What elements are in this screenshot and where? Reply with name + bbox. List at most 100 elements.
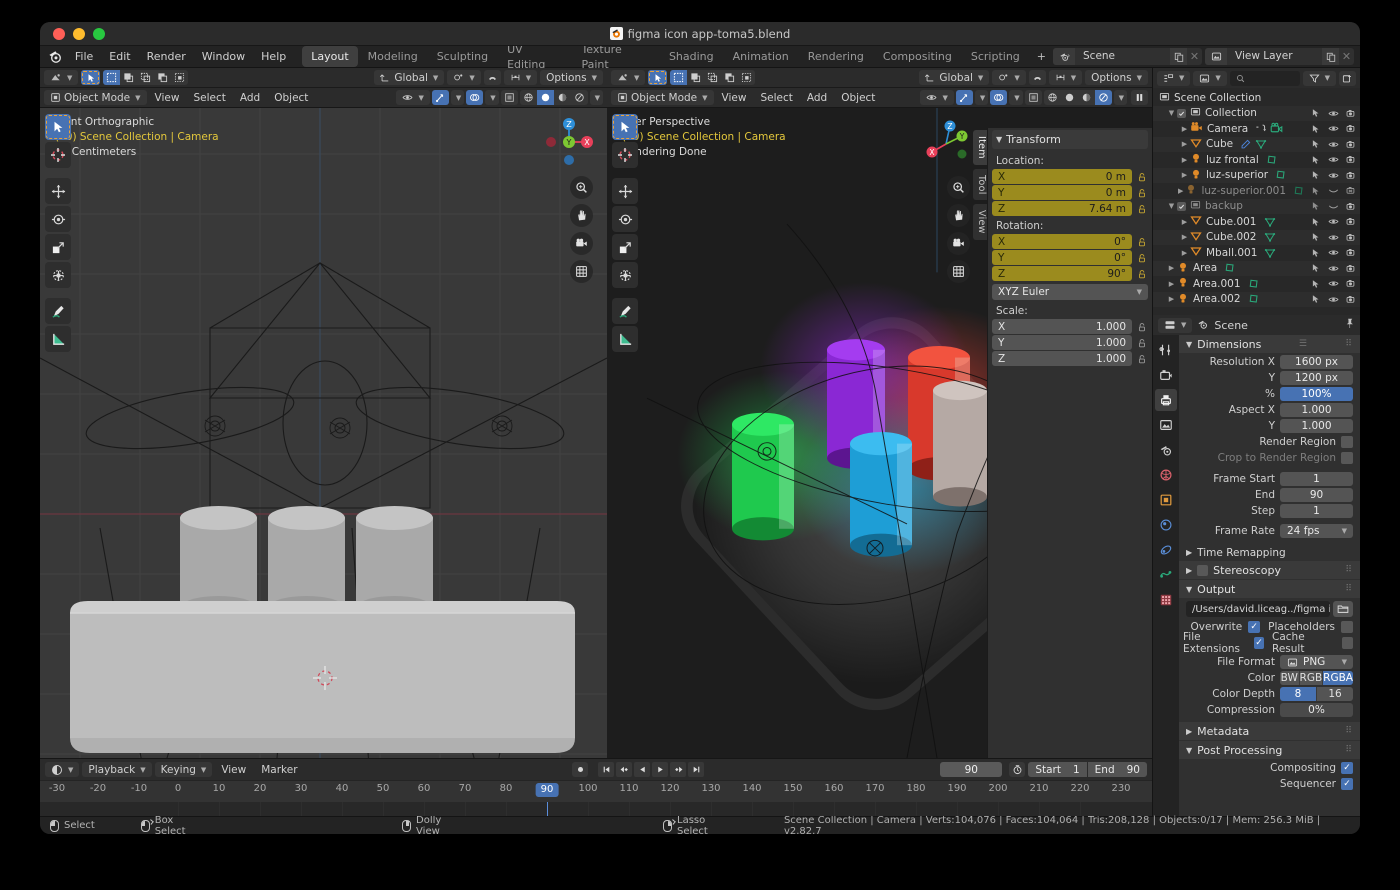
rotation-z-row[interactable]: Z 90° [992,266,1148,281]
scale-z-row[interactable]: Z 1.000 [992,351,1148,366]
cache-result-checkbox[interactable] [1341,637,1353,649]
drag-handle-icon[interactable]: ⠿ [1345,745,1353,755]
tab-scripting[interactable]: Scripting [962,46,1029,67]
viewport-user-perspective[interactable]: ▼ Global ▼ ▼ ▼ Options ▼ Object Mode ▼ V… [607,68,1152,758]
drag-handle-icon[interactable]: ⠿ [1345,584,1353,594]
viewport-right-menu-object[interactable]: Object [835,90,881,105]
lock-icon[interactable] [1135,354,1148,364]
blender-logo-icon[interactable] [45,49,67,64]
use-preview-range-icon[interactable] [1009,762,1026,777]
outliner-search-input[interactable] [1229,70,1300,86]
end-frame-field[interactable]: End 90 [1087,762,1147,777]
lock-icon[interactable] [1135,172,1148,182]
rotation-mode-dropdown[interactable]: XYZ Euler ▼ [992,284,1148,300]
render-region-row[interactable]: Render Region [1179,434,1360,450]
outliner-row-scene-collection[interactable]: Scene Collection [1153,90,1360,106]
minimize-icon[interactable] [73,27,85,40]
viewport-right-menu-select[interactable]: Select [754,90,798,105]
pan-view-icon[interactable] [570,204,593,227]
resolution-y-row[interactable]: Y 1200 px [1179,370,1360,386]
toggle-ortho-perspective-icon-right[interactable] [947,260,970,283]
outliner-row-toggles[interactable] [1305,278,1357,289]
select-intersect-icon-right[interactable] [738,70,756,85]
outliner-row-badges[interactable] [1224,262,1236,274]
stereoscopy-checkbox[interactable] [1197,564,1209,576]
rotation-y-row[interactable]: Y 0° [992,250,1148,265]
select-set-icon-right[interactable] [670,70,688,85]
rotation-y-field[interactable]: Y 0° [992,250,1132,265]
tab-animation[interactable]: Animation [724,46,798,67]
snap-options-dropdown[interactable]: ▼ [503,70,538,85]
scale-x-row[interactable]: X 1.000 [992,319,1148,334]
outliner-row-cube-002[interactable]: ▶ Cube.002 [1153,229,1360,245]
menu-edit[interactable]: Edit [101,47,138,67]
tool-rotate-icon[interactable] [45,206,71,232]
lock-icon[interactable] [1135,338,1148,348]
zoom-view-icon[interactable] [570,176,593,199]
view-layer-name[interactable]: View Layer [1227,48,1322,65]
properties-tab-render[interactable] [1155,364,1177,386]
overlays-toggle-left-icon[interactable] [466,90,484,105]
outliner-row-badges[interactable] [1255,122,1283,135]
properties-editor-type-button[interactable]: ▼ [1158,317,1193,333]
remove-view-layer-icon[interactable]: ✕ [1339,48,1354,65]
gizmo-toggle-left-icon[interactable] [431,90,449,105]
time-remapping-section[interactable]: ▶ Time Remapping [1179,544,1360,561]
resolution-x-row[interactable]: Resolution X 1600 px [1179,354,1360,370]
tool-annotate-icon-right[interactable] [612,298,638,324]
tool-transform-icon-right[interactable] [612,262,638,288]
properties-tab-world[interactable] [1155,464,1177,486]
frame-rate-row[interactable]: Frame Rate 24 fps ▼ [1179,523,1360,539]
color-depth-segmented-control[interactable]: 8 16 [1280,687,1353,701]
timeline-view-menu[interactable]: View [215,762,252,777]
transform-orientation-dropdown[interactable]: Global ▼ [374,70,445,85]
select-set-icon[interactable] [103,70,121,85]
compositing-checkbox[interactable]: ✓ [1341,762,1353,774]
auto-keying-icon[interactable] [572,762,589,777]
next-keyframe-button[interactable] [670,762,687,777]
chevron-right-icon[interactable]: ▶ [1166,280,1177,288]
dimensions-section-header[interactable]: ▼ Dimensions ☰ ⠿ [1179,335,1360,353]
npanel-tab-view[interactable]: View [973,204,987,241]
chevron-right-icon[interactable]: ▶ [1179,156,1190,164]
outliner-row-toggles[interactable] [1305,170,1357,181]
properties-tab-object[interactable] [1155,489,1177,511]
shading-options-left[interactable]: ▼ [589,90,603,105]
properties-tab-tool[interactable] [1155,339,1177,361]
chevron-right-icon[interactable]: ▶ [1179,249,1190,257]
outliner-row-toggles[interactable] [1305,185,1357,196]
output-section-header[interactable]: ▼ Output ⠿ [1179,580,1360,598]
outliner-row-badges[interactable] [1248,293,1260,305]
window-controls[interactable] [40,27,105,40]
new-scene-icon[interactable] [1170,48,1187,65]
current-frame-field[interactable]: 90 [940,762,1003,777]
chevron-right-icon[interactable]: ▶ [1166,295,1177,303]
shading-material-icon-right[interactable] [1077,90,1095,105]
menu-file[interactable]: File [67,47,101,67]
chevron-right-icon[interactable]: ▶ [1179,140,1190,148]
jump-to-start-button[interactable] [598,762,615,777]
overlay-options-left[interactable]: ▼ [485,90,499,105]
output-path-field[interactable]: /Users/david.liceag../figma icon/toma5/ [1186,601,1330,617]
tab-shading[interactable]: Shading [660,46,723,67]
file-extensions-cache-row[interactable]: File Extensions ✓ Cache Result [1179,631,1360,655]
properties-content[interactable]: ▼ Dimensions ☰ ⠿ Resolution X 1600 px Y … [1179,335,1360,816]
tool-transform-icon[interactable] [45,262,71,288]
color-depth-option-16[interactable]: 16 [1317,687,1353,701]
timeline-playback-menu[interactable]: Playback ▼ [82,762,152,777]
color-row[interactable]: Color BW RGB RGBA [1179,670,1360,686]
viewport-front-orthographic[interactable]: ▼ Global ▼ ▼ ▼ Options ▼ Object Mode ▼ V… [40,68,607,758]
editor-type-button-right[interactable]: ▼ [611,70,646,85]
tool-measure-icon-right[interactable] [612,326,638,352]
outliner-row-luz-superior-001[interactable]: ▶ luz-superior.001 [1153,183,1360,199]
chevron-right-icon[interactable]: ▶ [1179,171,1190,179]
menu-window[interactable]: Window [194,47,253,67]
tool-tweak-icon-right[interactable] [612,114,638,140]
viewport-right-canvas[interactable]: User Perspective (90) Scene Collection |… [607,108,1152,758]
viewport-left-menu-view[interactable]: View [149,90,186,105]
outliner-row-area-001[interactable]: ▶ Area.001 [1153,276,1360,292]
lock-icon[interactable] [1135,253,1148,263]
outliner-row-toggles[interactable] [1305,201,1357,212]
file-format-dropdown[interactable]: PNG ▼ [1280,655,1353,669]
select-extend-icon-right[interactable] [687,70,705,85]
